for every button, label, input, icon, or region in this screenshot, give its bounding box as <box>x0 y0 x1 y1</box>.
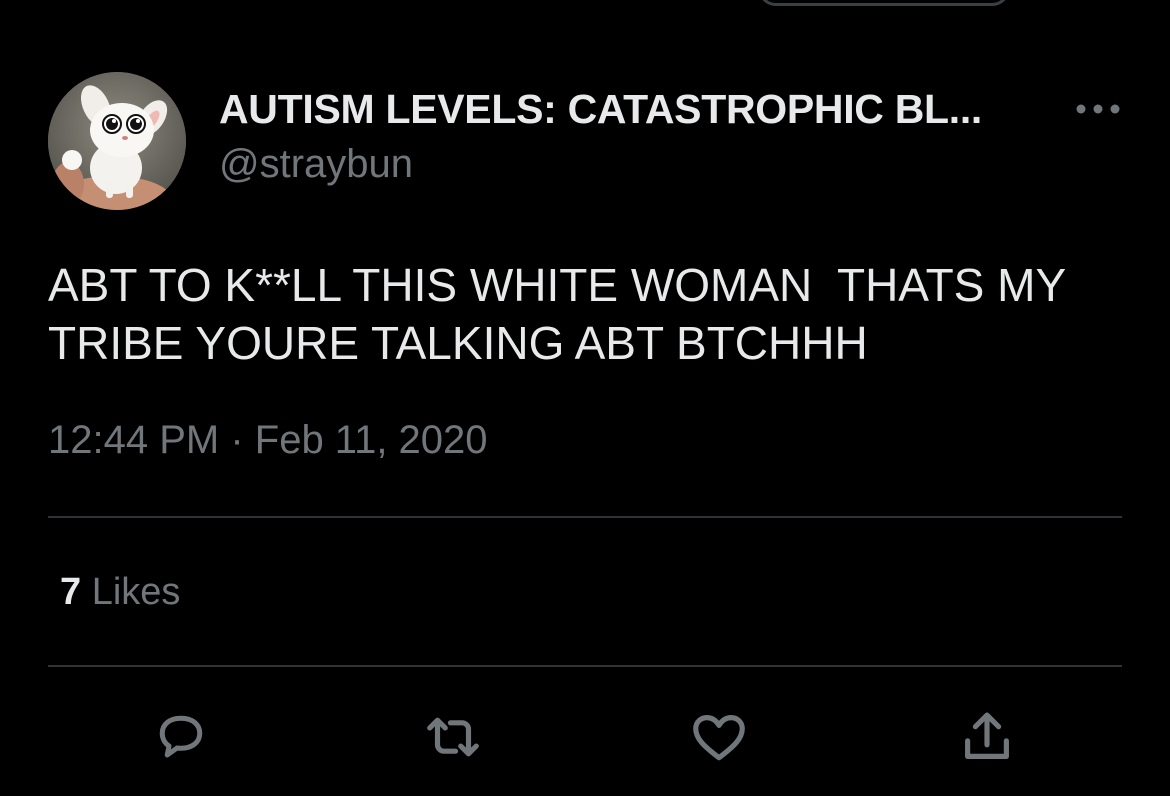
top-pill-button-edge[interactable] <box>758 0 1010 6</box>
tweet-text: ABT TO K**LL THIS WHITE WOMAN THATS MY T… <box>48 259 1078 369</box>
tweet-timestamp[interactable]: 12:44 PM · Feb 11, 2020 <box>48 418 488 463</box>
likes-label: Likes <box>91 571 181 613</box>
divider <box>48 516 1122 518</box>
retweet-button[interactable] <box>420 704 486 770</box>
reply-button[interactable] <box>148 704 214 770</box>
more-options-button[interactable] <box>1072 92 1124 126</box>
likes-count: 7 <box>60 571 82 613</box>
reply-icon <box>159 715 203 758</box>
display-name[interactable]: AUTISM LEVELS: CATASTROPHIC BL... <box>219 86 982 133</box>
like-button[interactable] <box>686 704 752 770</box>
tweet-detail-screen: AUTISM LEVELS: CATASTROPHIC BL... @stray… <box>0 0 1170 796</box>
avatar[interactable] <box>48 72 186 210</box>
bunny-avatar-image <box>48 72 186 210</box>
share-button[interactable] <box>954 704 1020 770</box>
heart-icon <box>693 715 745 761</box>
retweet-icon <box>427 717 479 757</box>
likes-stat[interactable]: 7 Likes <box>60 571 180 614</box>
share-icon <box>965 712 1009 759</box>
user-handle[interactable]: @straybun <box>219 142 413 187</box>
more-dots-icon <box>1076 104 1120 114</box>
divider <box>48 665 1122 667</box>
